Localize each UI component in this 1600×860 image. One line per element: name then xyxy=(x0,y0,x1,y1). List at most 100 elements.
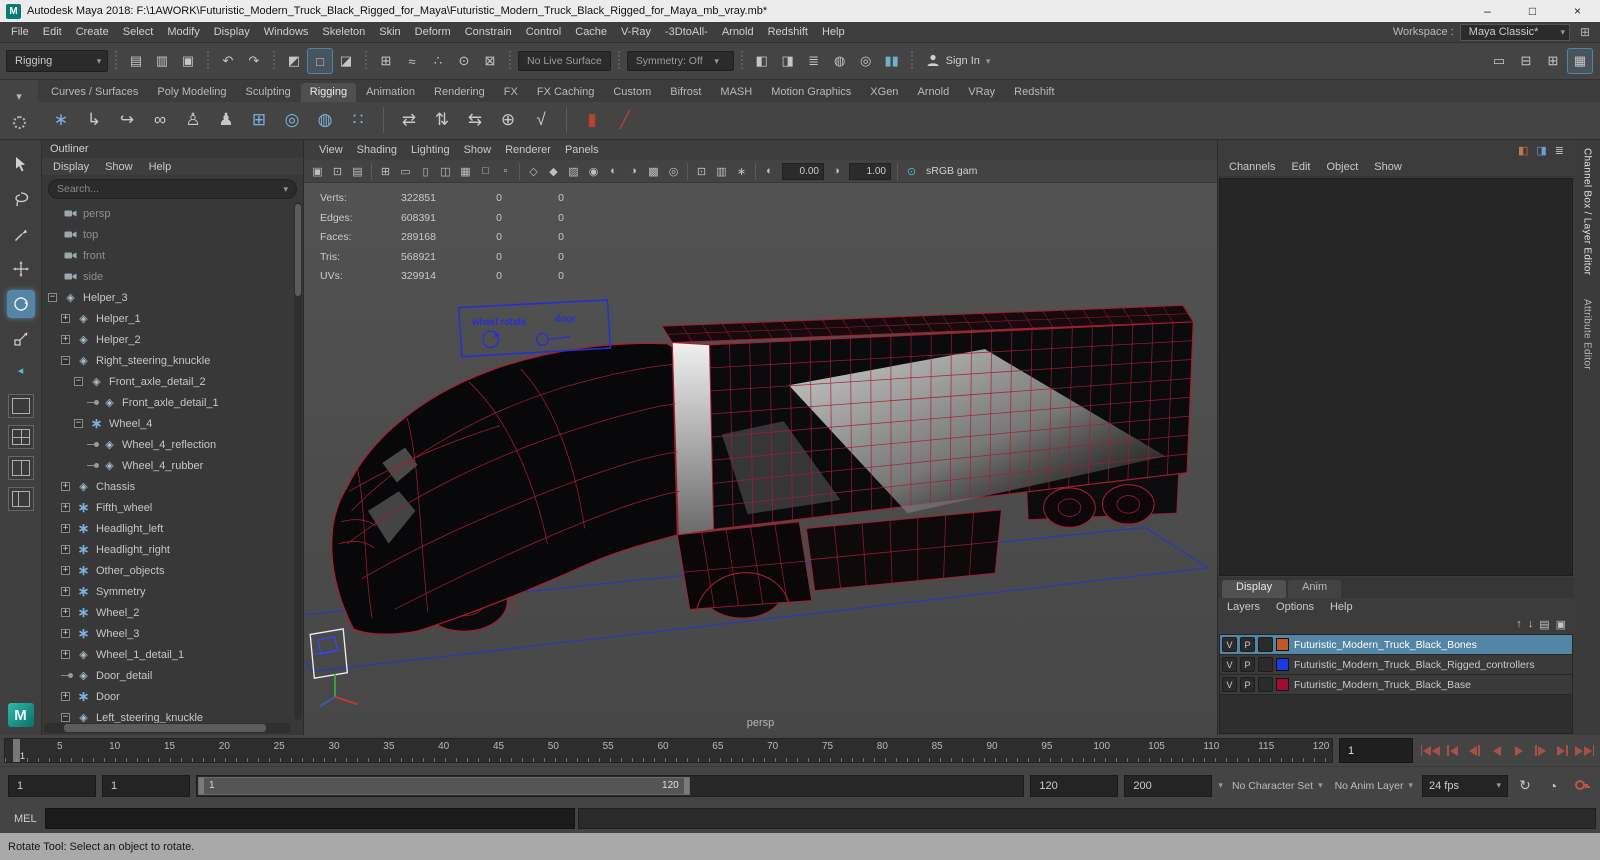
sidebar-tab-channel-box-layer-editor[interactable]: Channel Box / Layer Editor xyxy=(1582,148,1593,275)
menu-control[interactable]: Control xyxy=(519,22,568,42)
collapse-expander-icon[interactable]: − xyxy=(74,419,83,428)
step-forward-key-button[interactable] xyxy=(1531,740,1550,762)
current-time-marker[interactable] xyxy=(12,739,20,762)
layer-editor-menu-options[interactable]: Options xyxy=(1269,601,1321,613)
shelf-tab-xgen[interactable]: XGen xyxy=(861,83,907,102)
shadows-icon[interactable]: ◐ xyxy=(604,162,623,181)
layout-outliner-persp[interactable] xyxy=(7,487,34,511)
snap-time-icon[interactable]: ◔ xyxy=(1542,775,1564,797)
outliner-item-door-detail[interactable]: ◈ Door_detail xyxy=(46,665,303,686)
gamma-icon[interactable]: ◑ xyxy=(827,162,846,181)
outliner-item-right-steering-knuckle[interactable]: − ◈ Right_steering_knuckle xyxy=(46,350,303,371)
menu-skeleton[interactable]: Skeleton xyxy=(315,22,372,42)
undo-icon[interactable]: ↶ xyxy=(216,49,240,73)
auto-keyframe-icon[interactable] xyxy=(1570,775,1592,797)
channel-box-menu-edit[interactable]: Edit xyxy=(1284,161,1317,173)
outliner-item-other-objects[interactable]: + ∗ Other_objects xyxy=(46,560,303,581)
collapse-expander-icon[interactable]: − xyxy=(61,713,70,722)
snap-point-icon[interactable]: ∴ xyxy=(426,49,450,73)
scale-tool[interactable] xyxy=(7,325,35,353)
open-scene-icon[interactable]: ▥ xyxy=(150,49,174,73)
light-editor-icon[interactable]: ◎ xyxy=(854,49,878,73)
wireframe-icon[interactable]: ◇ xyxy=(524,162,543,181)
shelf-tab-rendering[interactable]: Rendering xyxy=(425,83,494,102)
outliner-item-helper-2[interactable]: + ◈ Helper_2 xyxy=(46,329,303,350)
layer-playback-toggle[interactable]: P xyxy=(1240,657,1255,672)
exposure-field[interactable]: 0.00 xyxy=(782,162,824,180)
maximize-button[interactable]: □ xyxy=(1510,0,1555,22)
outliner-item-front-axle-detail-2[interactable]: − ◈ Front_axle_detail_2 xyxy=(46,371,303,392)
shape-editor-icon[interactable]: ⇆ xyxy=(460,105,490,135)
layer-editor-tab-display[interactable]: Display xyxy=(1222,580,1287,598)
shelf-tab-animation[interactable]: Animation xyxy=(357,83,424,102)
outliner-item-headlight-right[interactable]: + ∗ Headlight_right xyxy=(46,539,303,560)
collapse-expander-icon[interactable]: − xyxy=(61,356,70,365)
soft-mod-icon[interactable]: ◍ xyxy=(310,105,340,135)
film-gate-icon[interactable]: ▭ xyxy=(396,162,415,181)
muscle-spline-icon[interactable]: ╱ xyxy=(610,105,640,135)
sidebar-tab-attribute-editor[interactable]: Attribute Editor xyxy=(1582,299,1593,370)
camera-lock-icon[interactable]: ⊡ xyxy=(328,162,347,181)
textured-icon[interactable]: ▨ xyxy=(564,162,583,181)
hypershade-icon[interactable]: ◍ xyxy=(828,49,852,73)
menu-modify[interactable]: Modify xyxy=(160,22,206,42)
bind-skin-icon[interactable]: ♙ xyxy=(178,105,208,135)
collapse-panel-icon[interactable]: ◂ xyxy=(18,364,24,377)
shelf-tab-redshift[interactable]: Redshift xyxy=(1005,83,1063,102)
muscle-builder-icon[interactable]: ▮ xyxy=(577,105,607,135)
isolate-select-icon[interactable]: ⊡ xyxy=(692,162,711,181)
anti-alias-icon[interactable]: ▩ xyxy=(644,162,663,181)
outliner-vertical-scrollbar[interactable] xyxy=(294,202,302,720)
lasso-tool[interactable] xyxy=(7,185,35,213)
viewport-menu-panels[interactable]: Panels xyxy=(558,144,606,156)
playback-end-field[interactable]: 120 xyxy=(1030,774,1119,797)
layer-row[interactable]: V P Futuristic_Modern_Truck_Black_Rigged_c… xyxy=(1220,655,1572,675)
go-to-start-button[interactable] xyxy=(1421,740,1440,762)
field-chart-icon[interactable]: ▦ xyxy=(456,162,475,181)
outliner-item-fifth-wheel[interactable]: + ∗ Fifth_wheel xyxy=(46,497,303,518)
snap-curve-icon[interactable]: ≈ xyxy=(400,49,424,73)
expand-expander-icon[interactable]: + xyxy=(61,629,70,638)
layer-color-swatch[interactable] xyxy=(1276,658,1289,671)
ik-handle-tool-icon[interactable]: ↳ xyxy=(79,105,109,135)
shelf-tab-arnold[interactable]: Arnold xyxy=(908,83,958,102)
shelf-tab-motion-graphics[interactable]: Motion Graphics xyxy=(762,83,860,102)
outliner-item-helper-3[interactable]: − ◈ Helper_3 xyxy=(46,287,303,308)
menu-create[interactable]: Create xyxy=(69,22,116,42)
layer-visibility-toggle[interactable]: V xyxy=(1222,677,1237,692)
xray-icon[interactable]: ▥ xyxy=(712,162,731,181)
layer-display-type-toggle[interactable] xyxy=(1258,637,1273,652)
character-set-selector[interactable]: No Character Set ▾ xyxy=(1229,780,1326,792)
layer-row[interactable]: V P Futuristic_Modern_Truck_Black_Bones xyxy=(1220,635,1572,655)
workspace-grid-icon[interactable]: ⊞ xyxy=(1541,49,1565,73)
scrollbar-thumb[interactable] xyxy=(63,724,267,732)
single-pane-layout-icon[interactable]: ▭ xyxy=(1487,49,1511,73)
outliner-item-persp[interactable]: persp xyxy=(46,203,303,224)
toggle-panels-icon[interactable]: ⊟ xyxy=(1514,49,1538,73)
menu-skin[interactable]: Skin xyxy=(372,22,407,42)
menu-v-ray[interactable]: V-Ray xyxy=(614,22,658,42)
viewport-menu-show[interactable]: Show xyxy=(457,144,499,156)
rotate-tool[interactable] xyxy=(6,290,35,318)
shelf-tab-rigging[interactable]: Rigging xyxy=(300,82,357,102)
animation-end-field[interactable]: 200 xyxy=(1124,774,1213,797)
shelf-tab-poly-modeling[interactable]: Poly Modeling xyxy=(148,83,235,102)
expand-expander-icon[interactable]: + xyxy=(61,335,70,344)
playback-range-bar[interactable]: 1 120 xyxy=(198,776,690,795)
menu-arnold[interactable]: Arnold xyxy=(715,22,761,42)
command-input[interactable] xyxy=(45,808,575,829)
camera-attributes-icon[interactable]: ▤ xyxy=(348,162,367,181)
channel-box-menu-channels[interactable]: Channels xyxy=(1222,161,1282,173)
new-empty-layer-icon[interactable]: ▤ xyxy=(1539,618,1549,631)
ao-icon[interactable]: ◑ xyxy=(624,162,643,181)
channel-hyperbolic-icon[interactable]: ≣ xyxy=(1555,144,1564,157)
shelf-tab-curves-surfaces[interactable]: Curves / Surfaces xyxy=(42,83,147,102)
channel-manip-icon[interactable]: ◧ xyxy=(1518,144,1528,157)
layer-visibility-toggle[interactable]: V xyxy=(1222,637,1237,652)
outliner-horizontal-scrollbar[interactable] xyxy=(44,723,291,733)
shelf-tab-vray[interactable]: VRay xyxy=(959,83,1004,102)
viewport-menu-view[interactable]: View xyxy=(312,144,350,156)
outliner-item-headlight-left[interactable]: + ∗ Headlight_left xyxy=(46,518,303,539)
outliner-menu-help[interactable]: Help xyxy=(142,161,179,173)
outliner-item-side[interactable]: side xyxy=(46,266,303,287)
